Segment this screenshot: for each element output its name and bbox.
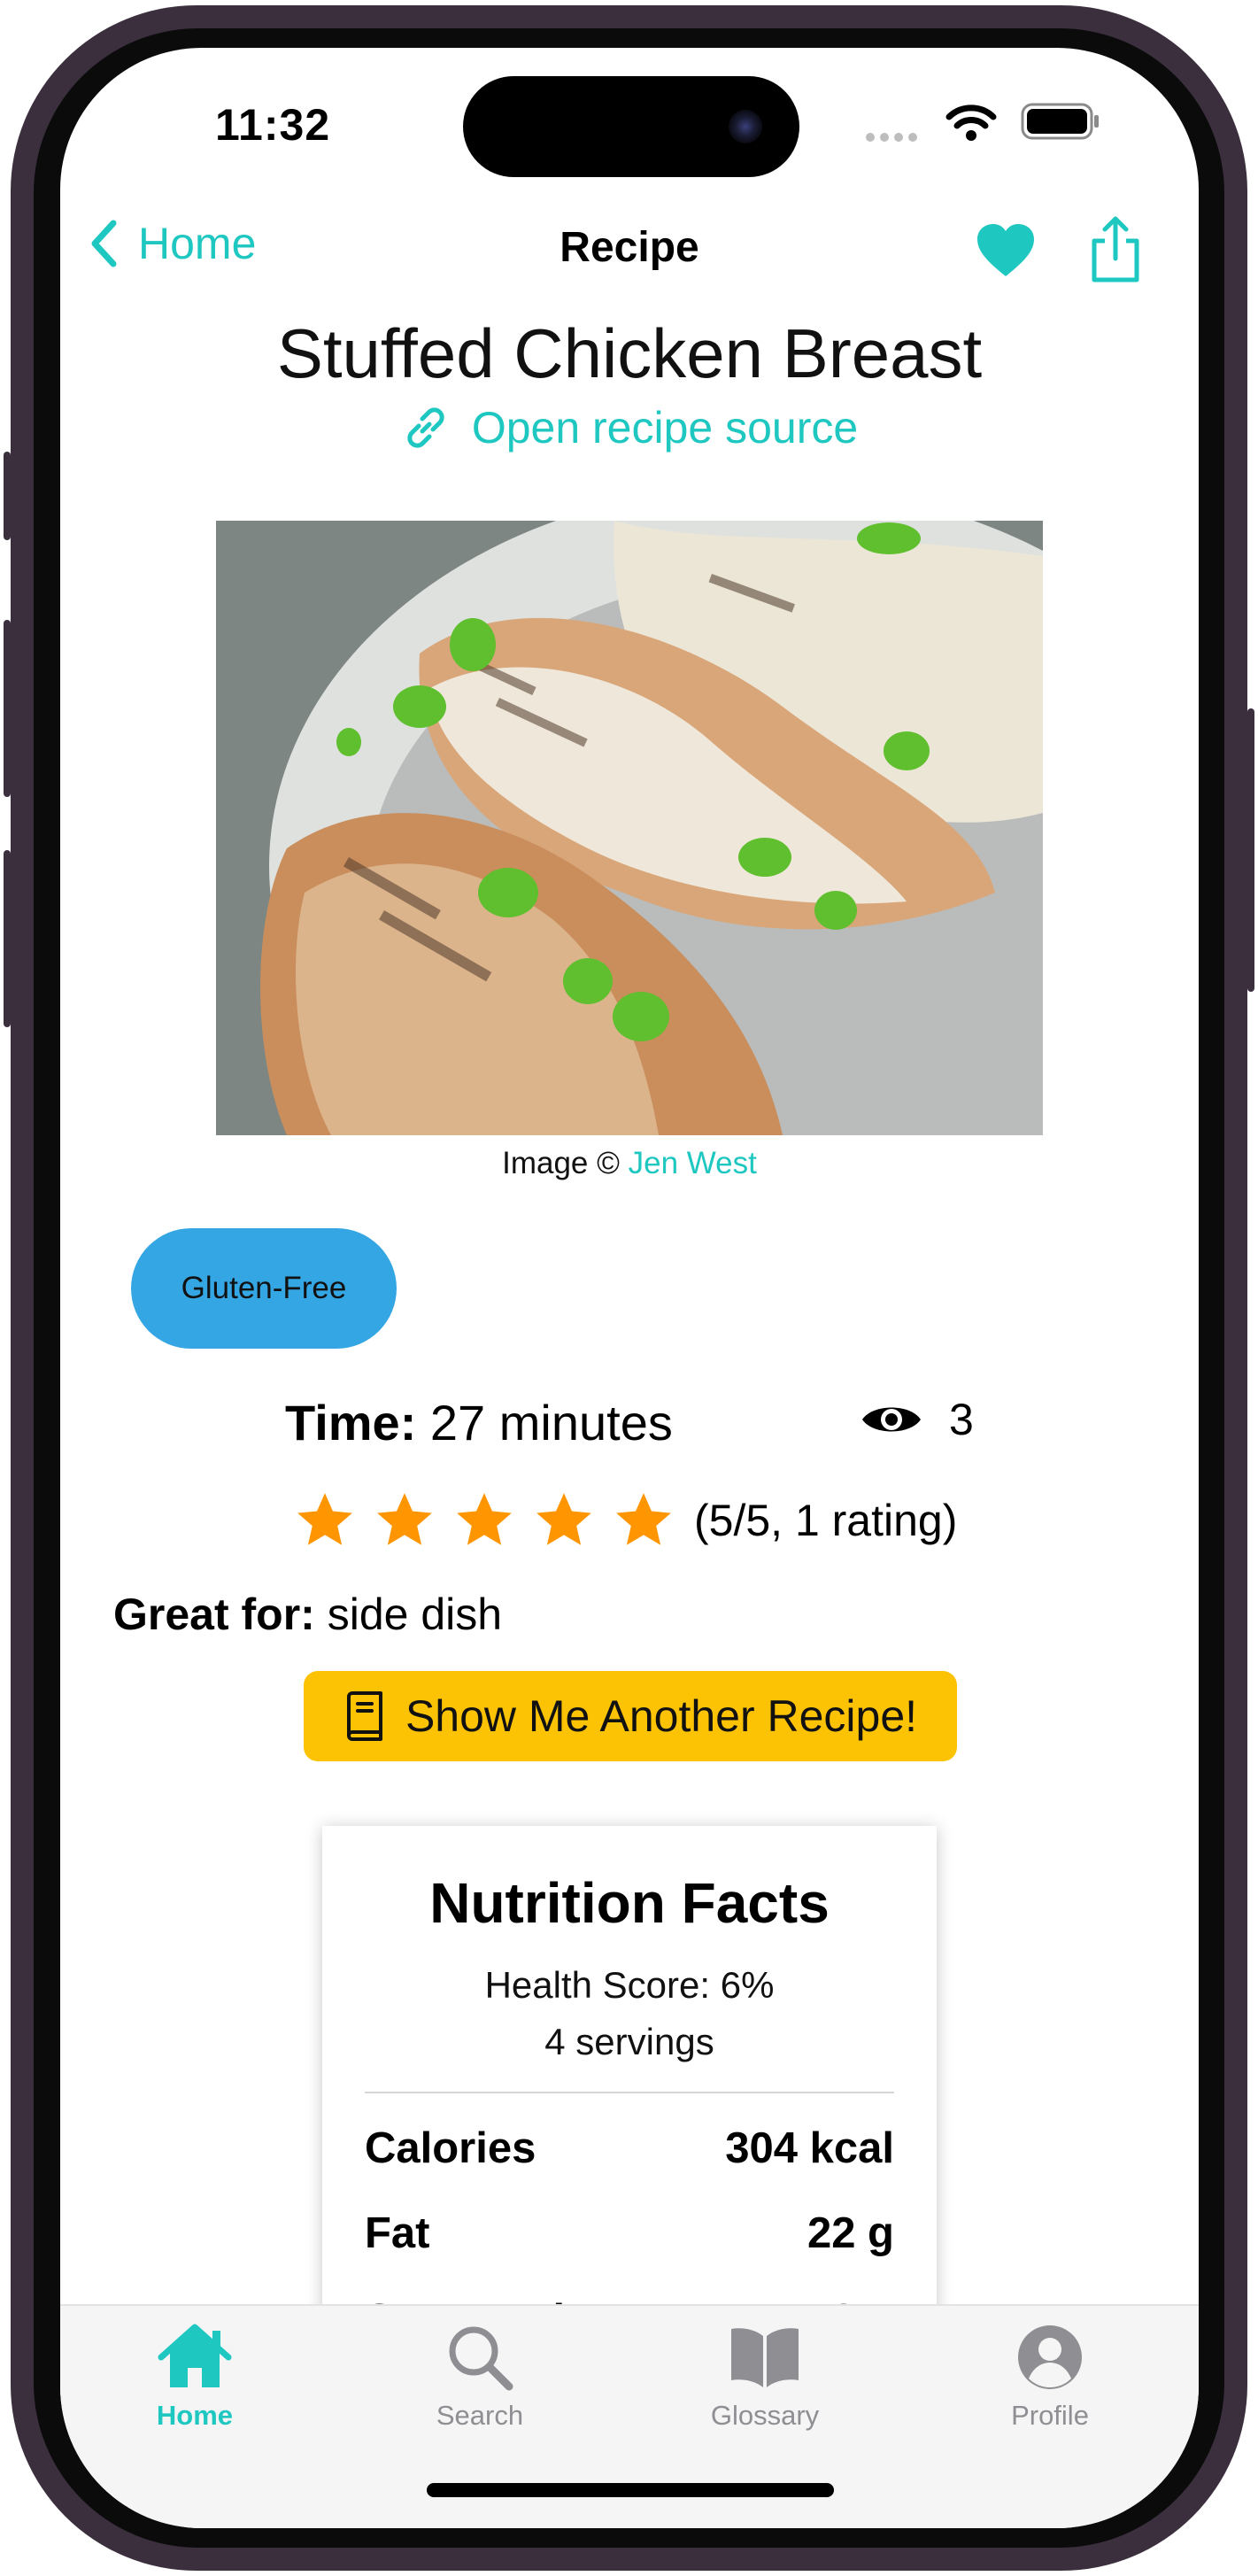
tab-glossary-label: Glossary	[710, 2400, 820, 2431]
nutrition-row: Calories 304 kcal	[365, 2123, 894, 2173]
star-icon	[457, 1493, 512, 1545]
cook-time: Time: 27 minutes	[285, 1394, 673, 1451]
another-recipe-button[interactable]: Show Me Another Recipe!	[304, 1671, 957, 1761]
action-button	[4, 452, 11, 540]
battery-icon	[1021, 103, 1099, 140]
nutrition-row: Fat 22 g	[365, 2209, 894, 2258]
link-icon	[407, 407, 444, 448]
star-icon	[616, 1493, 671, 1545]
nutrition-facts-card: Nutrition Facts Health Score: 6% 4 servi…	[322, 1826, 937, 2357]
tab-home[interactable]: Home	[97, 2324, 292, 2432]
tab-home-label: Home	[156, 2400, 234, 2431]
image-credit-prefix: Image ©	[502, 1146, 629, 1180]
great-for-value: side dish	[327, 1590, 503, 1639]
image-credit: Image © Jen West	[60, 1146, 1199, 1181]
great-for: Great for: side dish	[113, 1589, 502, 1640]
time-label: Time:	[285, 1395, 417, 1450]
heart-icon[interactable]	[976, 223, 1036, 278]
star-icon	[377, 1493, 432, 1545]
person-circle-icon	[1018, 2325, 1082, 2389]
nutrition-row-label: Fat	[365, 2209, 430, 2257]
camera-icon	[729, 110, 762, 143]
star-icon	[297, 1493, 352, 1545]
home-indicator	[427, 2483, 834, 2497]
nutrition-title: Nutrition Facts	[429, 1871, 830, 1935]
great-for-label: Great for:	[113, 1590, 315, 1639]
tab-search[interactable]: Search	[382, 2324, 577, 2432]
screen: 11:32 Home Recipe Stuffed Chicken Breast	[60, 48, 1199, 2528]
recipe-source-link[interactable]: Open recipe source	[60, 402, 1199, 453]
tab-search-label: Search	[436, 2400, 524, 2431]
share-icon[interactable]	[1089, 216, 1142, 283]
star-icon	[536, 1493, 591, 1545]
tab-glossary[interactable]: Glossary	[668, 2324, 862, 2432]
servings: 4 servings	[544, 2021, 714, 2062]
health-score: Health Score: 6%	[484, 1964, 775, 2006]
rating-text: (5/5, 1 rating)	[694, 1496, 958, 1545]
volume-up-button	[4, 620, 11, 797]
house-icon	[158, 2324, 232, 2387]
book-icon	[346, 1691, 382, 1741]
recipe-photo	[216, 521, 1043, 1135]
dynamic-island	[463, 76, 799, 177]
nutrition-row-label: Calories	[365, 2124, 536, 2172]
recipe-title: Stuffed Chicken Breast	[276, 314, 983, 392]
rating: (5/5, 1 rating)	[292, 1488, 957, 1553]
divider	[365, 2092, 894, 2093]
tab-profile[interactable]: Profile	[953, 2324, 1147, 2432]
nutrition-row-value: 304 kcal	[725, 2124, 894, 2172]
tab-profile-label: Profile	[1011, 2400, 1089, 2431]
eye-icon	[862, 1407, 921, 1432]
nutrition-row-value: 22 g	[807, 2209, 894, 2257]
status-time: 11:32	[215, 100, 331, 150]
tag-gluten-free[interactable]: Gluten-Free	[131, 1228, 397, 1349]
view-count-value: 3	[949, 1395, 974, 1444]
another-recipe-label: Show Me Another Recipe!	[405, 1691, 918, 1741]
image-credit-author-link[interactable]: Jen West	[629, 1146, 757, 1180]
time-value: 27 minutes	[429, 1395, 673, 1450]
source-link-label: Open recipe source	[471, 403, 859, 453]
wifi-icon	[945, 104, 997, 141]
signal-icon	[866, 133, 917, 142]
volume-down-button	[4, 850, 11, 1027]
view-count: 3	[861, 1394, 974, 1445]
power-button	[1247, 708, 1254, 992]
book-open-icon	[731, 2328, 799, 2387]
magnifier-icon	[449, 2326, 513, 2391]
